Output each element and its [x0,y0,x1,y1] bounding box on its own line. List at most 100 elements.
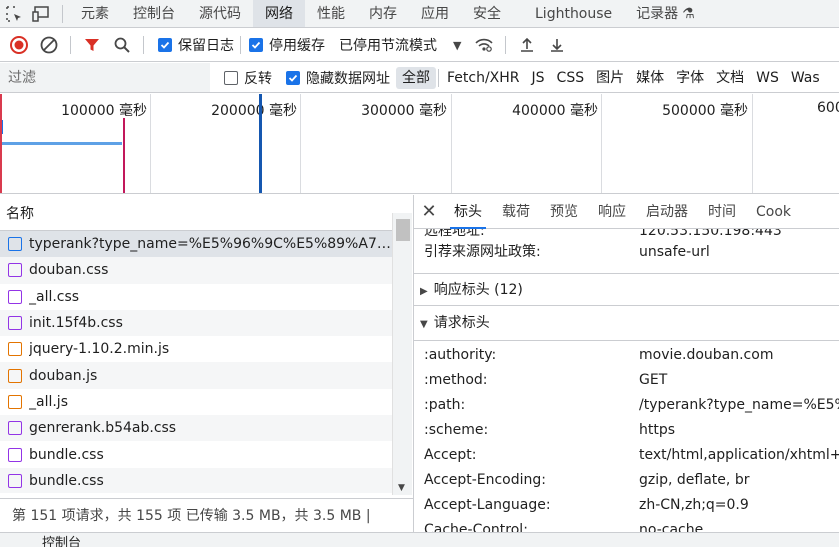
tab-application[interactable]: 应用 [409,0,461,27]
hide-data-urls-checkbox[interactable]: 隐藏数据网址 [286,68,390,88]
header-key: Accept: [424,447,477,463]
disable-cache-checkbox[interactable]: 停用缓存 [249,35,325,55]
request-list-scrollbar[interactable]: ▼ [392,213,412,495]
header-value: https [639,422,676,438]
response-headers-section[interactable]: ▶ 响应标头 (12) [414,273,839,306]
header-row: :authority: movie.douban.com [414,343,839,368]
filter-type-all[interactable]: 全部 [396,66,436,89]
scrollbar-thumb[interactable] [396,219,410,241]
filter-input[interactable]: 过滤 [0,63,210,92]
filter-type-css[interactable]: CSS [551,67,591,89]
tab-preview[interactable]: 预览 [540,195,588,229]
header-key: Accept-Language: [424,497,551,513]
tab-memory[interactable]: 内存 [357,0,409,27]
timeline-tick-label: 300000 毫秒 [361,103,447,119]
search-icon[interactable] [107,30,137,60]
separator [240,36,241,54]
header-key: 引荐来源网址政策: [424,244,541,260]
tab-recorder[interactable]: 记录器 [624,0,682,27]
preserve-log-label: 保留日志 [178,38,234,54]
filter-type-js[interactable]: JS [526,67,551,89]
tab-lighthouse[interactable]: Lighthouse [523,0,624,27]
filter-type-font[interactable]: 字体 [670,67,710,89]
header-value: 120.53.150.198:443 [639,229,782,239]
timeline-tick [601,94,602,193]
header-key: :path: [424,397,466,413]
header-row: 引荐来源网址政策: unsafe-url [414,241,839,273]
request-row[interactable]: douban.js [0,362,392,389]
invert-checkbox[interactable]: 反转 [224,68,272,88]
tab-response[interactable]: 响应 [588,195,636,229]
tab-initiator[interactable]: 启动器 [636,195,698,229]
request-row[interactable]: genrerank.b54ab.css [0,415,392,442]
close-icon[interactable]: ✕ [414,201,444,222]
request-name: typerank?type_name=%E5%96%9C%E5%89%A7&ty… [29,236,392,253]
throttling-value: 已停用节流模式 [339,38,437,54]
timeline-load-marker [123,118,125,193]
tab-cookies[interactable]: Cook [746,195,801,229]
timeline-tick [752,94,753,193]
tab-network[interactable]: 网络 [253,0,305,27]
invert-label: 反转 [244,70,272,87]
tab-timing[interactable]: 时间 [698,195,746,229]
request-row[interactable]: bundle.css [0,467,392,493]
filter-type-img[interactable]: 图片 [590,67,630,89]
timeline-tick-label: 200000 毫秒 [211,103,297,119]
scroll-down-arrow-icon[interactable]: ▼ [398,483,405,493]
stylesheet-icon [8,263,22,278]
throttling-select[interactable]: 已停用节流模式 ▼ [339,35,461,55]
stylesheet-icon [8,316,22,331]
tab-console[interactable]: 控制台 [121,0,187,27]
network-conditions-icon[interactable] [469,30,499,60]
clear-button[interactable] [34,30,64,60]
console-drawer[interactable]: 控制台 [0,532,839,547]
name-column-header[interactable]: 名称 [0,197,392,231]
inspect-element-icon[interactable] [0,0,28,27]
request-row[interactable]: bundle.css [0,441,392,467]
filter-type-wasm[interactable]: Was [785,67,826,89]
tab-sources[interactable]: 源代码 [187,0,253,27]
filter-type-fetch-xhr[interactable]: Fetch/XHR [441,67,526,89]
tab-elements[interactable]: 元素 [69,0,121,27]
header-key: Cache-Control: [424,522,528,532]
export-har-icon[interactable] [542,30,572,60]
request-row[interactable]: init.15f4b.css [0,309,392,337]
chevron-down-icon: ▼ [453,38,462,52]
request-row[interactable]: _all.js [0,389,392,415]
triangle-right-icon: ▶ [420,286,428,297]
header-value: text/html,application/xhtml+xm [639,447,839,463]
timeline-tick-label: 600 [817,100,839,116]
tab-payload[interactable]: 载荷 [492,195,540,229]
request-row[interactable]: _all.css [0,284,392,310]
import-har-icon[interactable] [512,30,542,60]
request-name: _all.js [29,393,68,410]
device-toolbar-icon[interactable] [28,0,56,27]
separator [505,36,507,54]
timeline-tick-label: 400000 毫秒 [512,103,598,119]
tab-performance[interactable]: 性能 [305,0,357,27]
header-value: no-cache [639,522,704,532]
filter-type-ws[interactable]: WS [750,67,785,89]
filter-type-media[interactable]: 媒体 [630,67,670,89]
timeline-overview[interactable]: 100000 毫秒 200000 毫秒 300000 毫秒 400000 毫秒 … [0,94,839,194]
script-icon [8,342,22,357]
tab-security[interactable]: 安全 [461,0,513,27]
preserve-log-checkbox[interactable]: 保留日志 [158,35,234,55]
filter-icon[interactable] [77,30,107,60]
timeline-tick-label: 100000 毫秒 [61,103,147,119]
section-title: 请求标头 [433,315,490,331]
separator [143,36,144,54]
timeline-tick-label: 500000 毫秒 [662,103,748,119]
stylesheet-icon [8,473,22,488]
drawer-tab-console[interactable]: 控制台 [42,536,81,547]
request-row[interactable]: douban.css [0,257,392,284]
record-button[interactable] [4,30,34,60]
filter-type-doc[interactable]: 文档 [710,67,750,89]
tab-headers[interactable]: 标头 [444,195,492,229]
section-title: 响应标头 (12) [433,282,523,298]
request-detail-panel: ✕ 标头 载荷 预览 响应 启动器 时间 Cook 远程地址: 120.53.1… [413,195,839,532]
header-value: movie.douban.com [639,347,774,363]
request-row[interactable]: jquery-1.10.2.min.js [0,336,392,362]
request-headers-section[interactable]: ▼ 请求标头 [414,306,839,341]
request-row[interactable]: typerank?type_name=%E5%96%9C%E5%89%A7&ty… [0,231,392,258]
